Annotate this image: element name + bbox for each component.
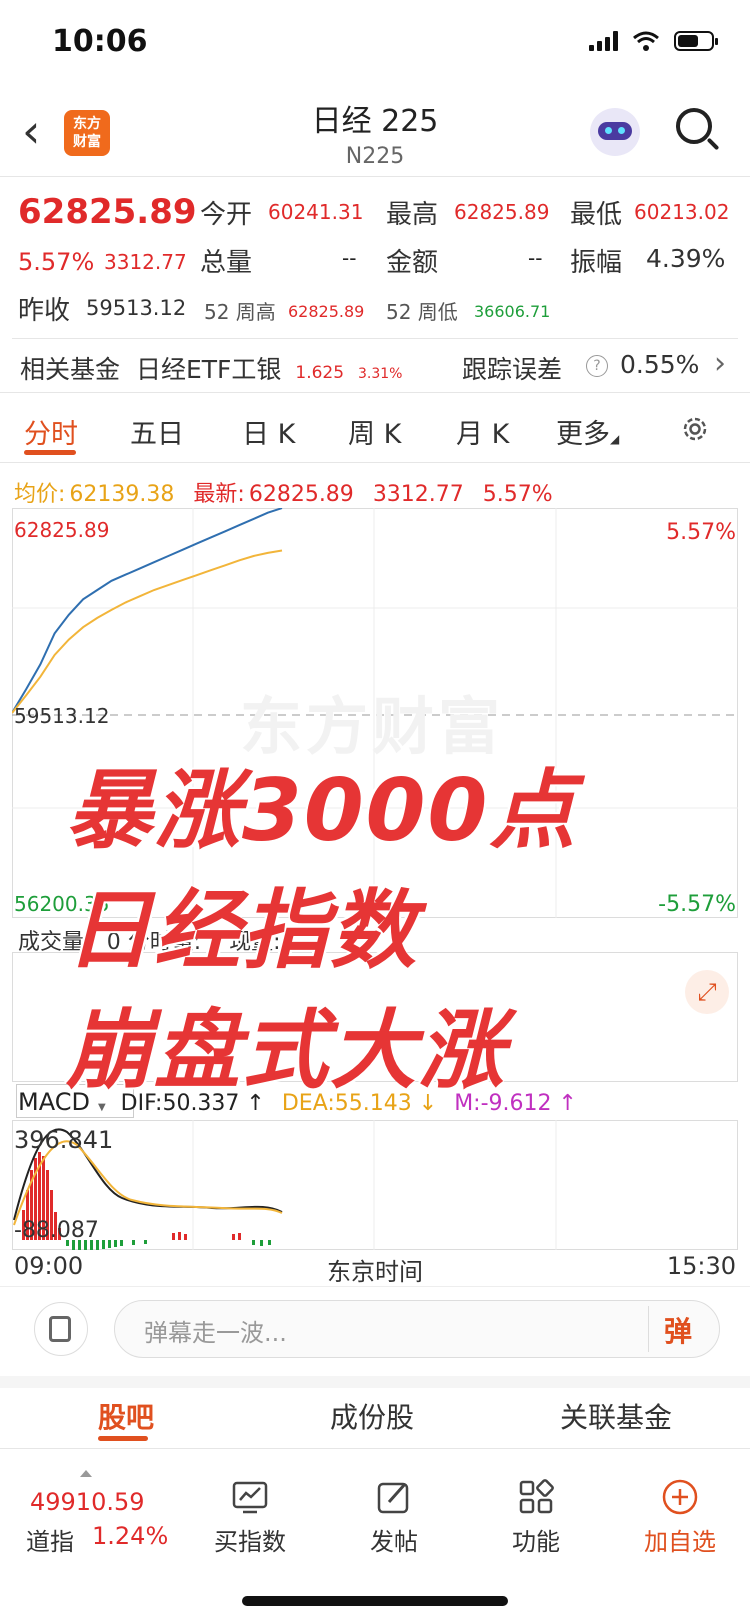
divider [0, 462, 750, 463]
chart-top-left-label: 62825.89 [14, 518, 110, 542]
open-label: 今开 [200, 200, 253, 230]
chart-mid-left-label: 59513.12 [14, 704, 110, 728]
low-value: 60213.02 [634, 200, 730, 224]
amplitude-value: 4.39% [646, 244, 726, 273]
macd-max-label: 396.841 [14, 1126, 114, 1154]
battery-icon [674, 31, 718, 51]
amount-value: -- [528, 246, 543, 270]
dow-index-pct: 1.24% [92, 1522, 169, 1550]
overlay-headline-2: 日经指数 [66, 881, 418, 981]
status-time: 10:06 [52, 24, 148, 59]
dow-index-price[interactable]: 49910.59 [30, 1488, 145, 1516]
subtab-related-funds[interactable]: 关联基金 [560, 1396, 672, 1436]
change-percent: 5.57% [18, 248, 95, 276]
home-indicator [242, 1596, 508, 1606]
high-label: 最高 [386, 200, 439, 230]
divider [0, 1448, 750, 1449]
nav-buy-index[interactable]: 买指数 [190, 1478, 310, 1557]
nav-functions[interactable]: 功能 [476, 1478, 596, 1557]
wifi-icon [633, 31, 659, 51]
macd-chart[interactable] [12, 1120, 738, 1250]
tracking-error-value: 0.55% [620, 350, 700, 379]
chevron-right-icon[interactable]: › [714, 346, 726, 381]
overlay-headline-1: 暴涨3000点 [66, 761, 578, 861]
tab-weekly-k[interactable]: 周 K [348, 412, 401, 451]
low52-label: 52 周低 [386, 300, 458, 324]
help-icon[interactable]: ? [586, 355, 608, 377]
low-label: 最低 [570, 200, 623, 230]
danmu-button[interactable]: 弹 [664, 1310, 692, 1350]
fund-label: 相关基金 [20, 355, 121, 384]
divider [0, 392, 750, 393]
danmu-placeholder: 弹幕走一波... [144, 1319, 287, 1347]
divider [648, 1306, 649, 1352]
time-axis-zone: 东京时间 [327, 1258, 423, 1286]
chart-top-right-label: 5.57% [666, 520, 736, 545]
gear-icon[interactable] [680, 414, 710, 444]
fund-pct: 3.31% [358, 366, 403, 382]
status-icons [589, 30, 718, 52]
divider [12, 338, 738, 339]
active-tab-indicator [24, 450, 76, 455]
dow-index-name: 道指 [26, 1528, 74, 1556]
chart-legend-row: 均价: 62139.38 最新: 62825.89 3312.77 5.57% [14, 482, 553, 507]
tab-five-day[interactable]: 五日 [130, 412, 184, 451]
page-subtitle: N225 [345, 144, 405, 169]
fund-price: 1.625 [295, 363, 345, 383]
low52-value: 36606.71 [474, 302, 551, 321]
tab-intraday[interactable]: 分时 [24, 412, 78, 451]
related-fund-row[interactable]: 相关基金 日经ETF工银 1.625 3.31% [20, 350, 402, 386]
grid-icon [519, 1479, 554, 1514]
nav-post[interactable]: 发帖 [334, 1478, 454, 1557]
high-value: 62825.89 [454, 200, 550, 224]
plus-circle-icon [662, 1479, 698, 1515]
assistant-robot-icon[interactable] [590, 108, 640, 156]
amplitude-label: 振幅 [570, 248, 623, 278]
prev-close-value: 59513.12 [86, 296, 187, 320]
prev-close-label: 昨收 [18, 296, 71, 326]
nav-add-watchlist[interactable]: 加自选 [620, 1478, 740, 1557]
fund-name: 日经ETF工银 [135, 355, 282, 384]
divider [0, 176, 750, 177]
edit-icon [377, 1482, 409, 1514]
subtab-constituents[interactable]: 成份股 [330, 1396, 414, 1436]
amount-label: 金额 [386, 248, 439, 278]
signal-icon [589, 31, 618, 51]
comment-settings-icon[interactable] [34, 1302, 88, 1356]
change-value: 3312.77 [104, 250, 187, 274]
section-gap [0, 1376, 750, 1388]
chart-bottom-right-label: -5.57% [658, 892, 736, 917]
tab-more[interactable]: 更多◢ [556, 412, 619, 451]
volume-label: 总量 [200, 248, 253, 278]
volume-value: -- [342, 246, 357, 270]
open-value: 60241.31 [268, 200, 364, 224]
high52-label: 52 周高 [204, 300, 276, 324]
time-axis-end: 15:30 [666, 1252, 736, 1280]
overlay-headline-3: 崩盘式大涨 [66, 1001, 506, 1101]
active-subtab-indicator [98, 1436, 148, 1441]
high52-value: 62825.89 [288, 302, 365, 321]
expand-icon[interactable]: ⤢ [685, 970, 729, 1014]
tracking-error-label: 跟踪误差 [462, 355, 563, 384]
macd-min-label: -88.087 [14, 1218, 99, 1243]
tab-monthly-k[interactable]: 月 K [456, 412, 509, 451]
search-icon[interactable] [676, 108, 712, 144]
chart-trend-icon [232, 1481, 268, 1514]
tab-daily-k[interactable]: 日 K [242, 412, 295, 451]
current-price: 62825.89 [18, 192, 197, 232]
subtab-guba[interactable]: 股吧 [98, 1396, 154, 1436]
up-arrow-icon [80, 1470, 92, 1477]
